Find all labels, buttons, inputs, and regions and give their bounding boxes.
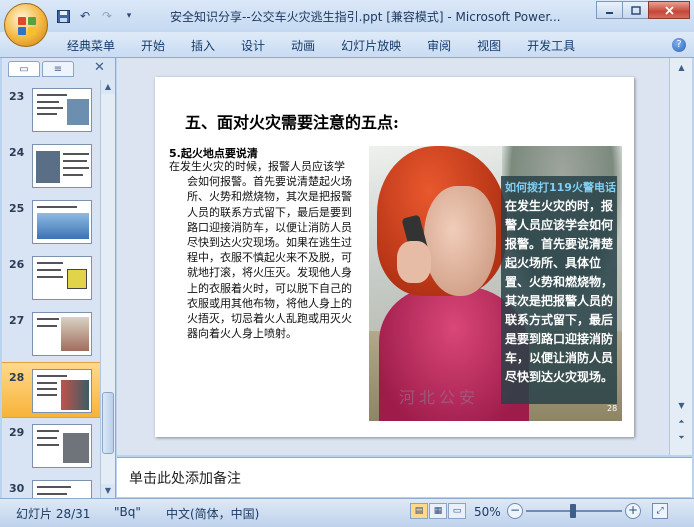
tab-classic-menu[interactable]: 经典菜单	[67, 37, 115, 54]
close-button[interactable]	[648, 1, 690, 19]
scrollbar-thumb[interactable]	[102, 392, 114, 454]
slide-title[interactable]: 五、面对火灾需要注意的五点:	[185, 109, 399, 133]
thumbnail-number: 30	[9, 482, 25, 495]
normal-view-icon[interactable]: ▤	[410, 503, 428, 519]
callout-text: 在发生火灾的时，报警人员应该学会如何报警。首先要说清楚起火场所、具体位置、火势和…	[505, 199, 614, 384]
scroll-up-icon[interactable]: ▲	[101, 80, 115, 94]
tab-design[interactable]: 设计	[241, 37, 265, 54]
minimize-button[interactable]	[596, 1, 623, 19]
scroll-up-icon[interactable]: ▲	[674, 60, 689, 75]
slide-illustration[interactable]: 如何拨打119火警电话 在发生火灾的时，报警人员应该学会如何报警。首先要说清楚起…	[369, 146, 622, 421]
notes-pane[interactable]: 单击此处添加备注	[117, 457, 692, 497]
tab-animations[interactable]: 动画	[291, 37, 315, 54]
thumbnail-number: 27	[9, 314, 25, 327]
customize-dropdown-icon[interactable]: ▾	[121, 8, 137, 24]
thumbnail-29[interactable]: 29	[2, 418, 100, 474]
thumbnail-slide	[32, 256, 92, 300]
thumbnail-slide	[32, 312, 92, 356]
window-controls	[596, 1, 690, 19]
zoom-level[interactable]: 50%	[474, 505, 501, 519]
ribbon-tab-bar: 经典菜单 开始 插入 设计 动画 幻灯片放映 审阅 视图 开发工具 ?	[0, 32, 694, 58]
language-indicator[interactable]: 中文(简体，中国)	[166, 505, 259, 522]
thumbnail-scrollbar[interactable]: ▲ ▼	[100, 80, 115, 498]
undo-icon[interactable]: ↶	[77, 8, 93, 24]
thumbnail-number: 26	[9, 258, 25, 271]
redo-icon[interactable]: ↷	[99, 8, 115, 24]
zoom-out-icon[interactable]: −	[507, 503, 523, 519]
slides-tab-icon[interactable]: ▭	[8, 61, 40, 77]
callout-box: 如何拨打119火警电话 在发生火灾的时，报警人员应该学会如何报警。首先要说清楚起…	[501, 176, 617, 404]
callout-title: 如何拨打119火警电话	[505, 181, 616, 194]
tab-slide-show[interactable]: 幻灯片放映	[341, 37, 401, 54]
tab-review[interactable]: 审阅	[427, 37, 451, 54]
zoom-slider-handle[interactable]	[570, 504, 576, 518]
window-title: 安全知识分享--公交车火灾逃生指引.ppt [兼容模式] - Microsoft…	[170, 10, 561, 24]
thumbnail-number: 23	[9, 90, 25, 103]
thumbnail-number: 29	[9, 426, 25, 439]
thumbnail-slide	[32, 369, 92, 413]
tab-developer[interactable]: 开发工具	[527, 37, 575, 54]
thumbnail-number: 28	[9, 371, 25, 384]
restore-button[interactable]	[622, 1, 649, 19]
thumbnail-slide	[32, 424, 92, 468]
thumbnail-23[interactable]: 23	[2, 82, 100, 138]
thumbnail-24[interactable]: 24	[2, 138, 100, 194]
slide-show-view-icon[interactable]: ▭	[448, 503, 466, 519]
office-logo-icon	[18, 17, 36, 35]
tab-home[interactable]: 开始	[141, 37, 165, 54]
thumbnail-number: 24	[9, 146, 25, 159]
illustration-hand	[397, 241, 431, 283]
thumbnail-list: 23 24 25 26 27 28 29 30	[2, 80, 100, 498]
current-slide[interactable]: 五、面对火灾需要注意的五点: 5.起火地点要说清 在发生火灾的时候，报警人员应该…	[155, 77, 634, 437]
office-button[interactable]	[4, 3, 48, 47]
watermark: 河北公安	[399, 388, 480, 407]
thumbnail-30[interactable]: 30	[2, 474, 100, 498]
slides-pane: ▭ ≡ ✕ 23 24 25 26 27 28 29 30 ▲ ▼	[2, 58, 116, 498]
tab-view[interactable]: 视图	[477, 37, 501, 54]
thumbnail-slide	[32, 200, 92, 244]
thumbnail-slide	[32, 144, 92, 188]
thumbnail-slide	[32, 88, 92, 132]
thumbnail-27[interactable]: 27	[2, 306, 100, 362]
help-icon[interactable]: ?	[672, 38, 686, 52]
quick-access-toolbar: ↶ ↷ ▾	[55, 7, 137, 25]
status-bar: 幻灯片 28/31 "Bq" 中文(简体，中国) ▤ ▦ ▭ 50% − + ⤢	[0, 498, 694, 527]
slide-sorter-view-icon[interactable]: ▦	[429, 503, 447, 519]
slide-count: 幻灯片 28/31	[16, 507, 91, 521]
slide-scrollbar[interactable]: ▲ ▼ ⏶ ⏷	[669, 58, 692, 455]
illustration-woman-face	[424, 186, 496, 296]
next-slide-icon[interactable]: ⏷	[674, 430, 689, 445]
slide-page-number: 28	[607, 404, 618, 413]
thumbnail-28[interactable]: 28	[2, 362, 100, 418]
notes-placeholder[interactable]: 单击此处添加备注	[129, 468, 241, 488]
thumbnail-26[interactable]: 26	[2, 250, 100, 306]
outline-tab-icon[interactable]: ≡	[42, 61, 74, 77]
scroll-down-icon[interactable]: ▼	[101, 484, 115, 498]
tab-insert[interactable]: 插入	[191, 37, 215, 54]
fit-to-window-icon[interactable]: ⤢	[652, 503, 668, 519]
theme-name: "Bq"	[114, 505, 141, 519]
close-pane-icon[interactable]: ✕	[94, 60, 105, 75]
slide-body-text[interactable]: 在发生火灾的时候，报警人员应该学会如何报警。首先要说清楚起火场所、火势和燃烧物，…	[169, 159, 355, 341]
thumbnail-slide	[32, 480, 92, 498]
scroll-down-icon[interactable]: ▼	[674, 398, 689, 413]
save-icon[interactable]	[55, 8, 71, 24]
previous-slide-icon[interactable]: ⏶	[674, 414, 689, 429]
thumbnail-25[interactable]: 25	[2, 194, 100, 250]
title-bar: ↶ ↷ ▾ 安全知识分享--公交车火灾逃生指引.ppt [兼容模式] - Mic…	[0, 0, 694, 32]
zoom-in-icon[interactable]: +	[625, 503, 641, 519]
thumbnail-number: 25	[9, 202, 25, 215]
